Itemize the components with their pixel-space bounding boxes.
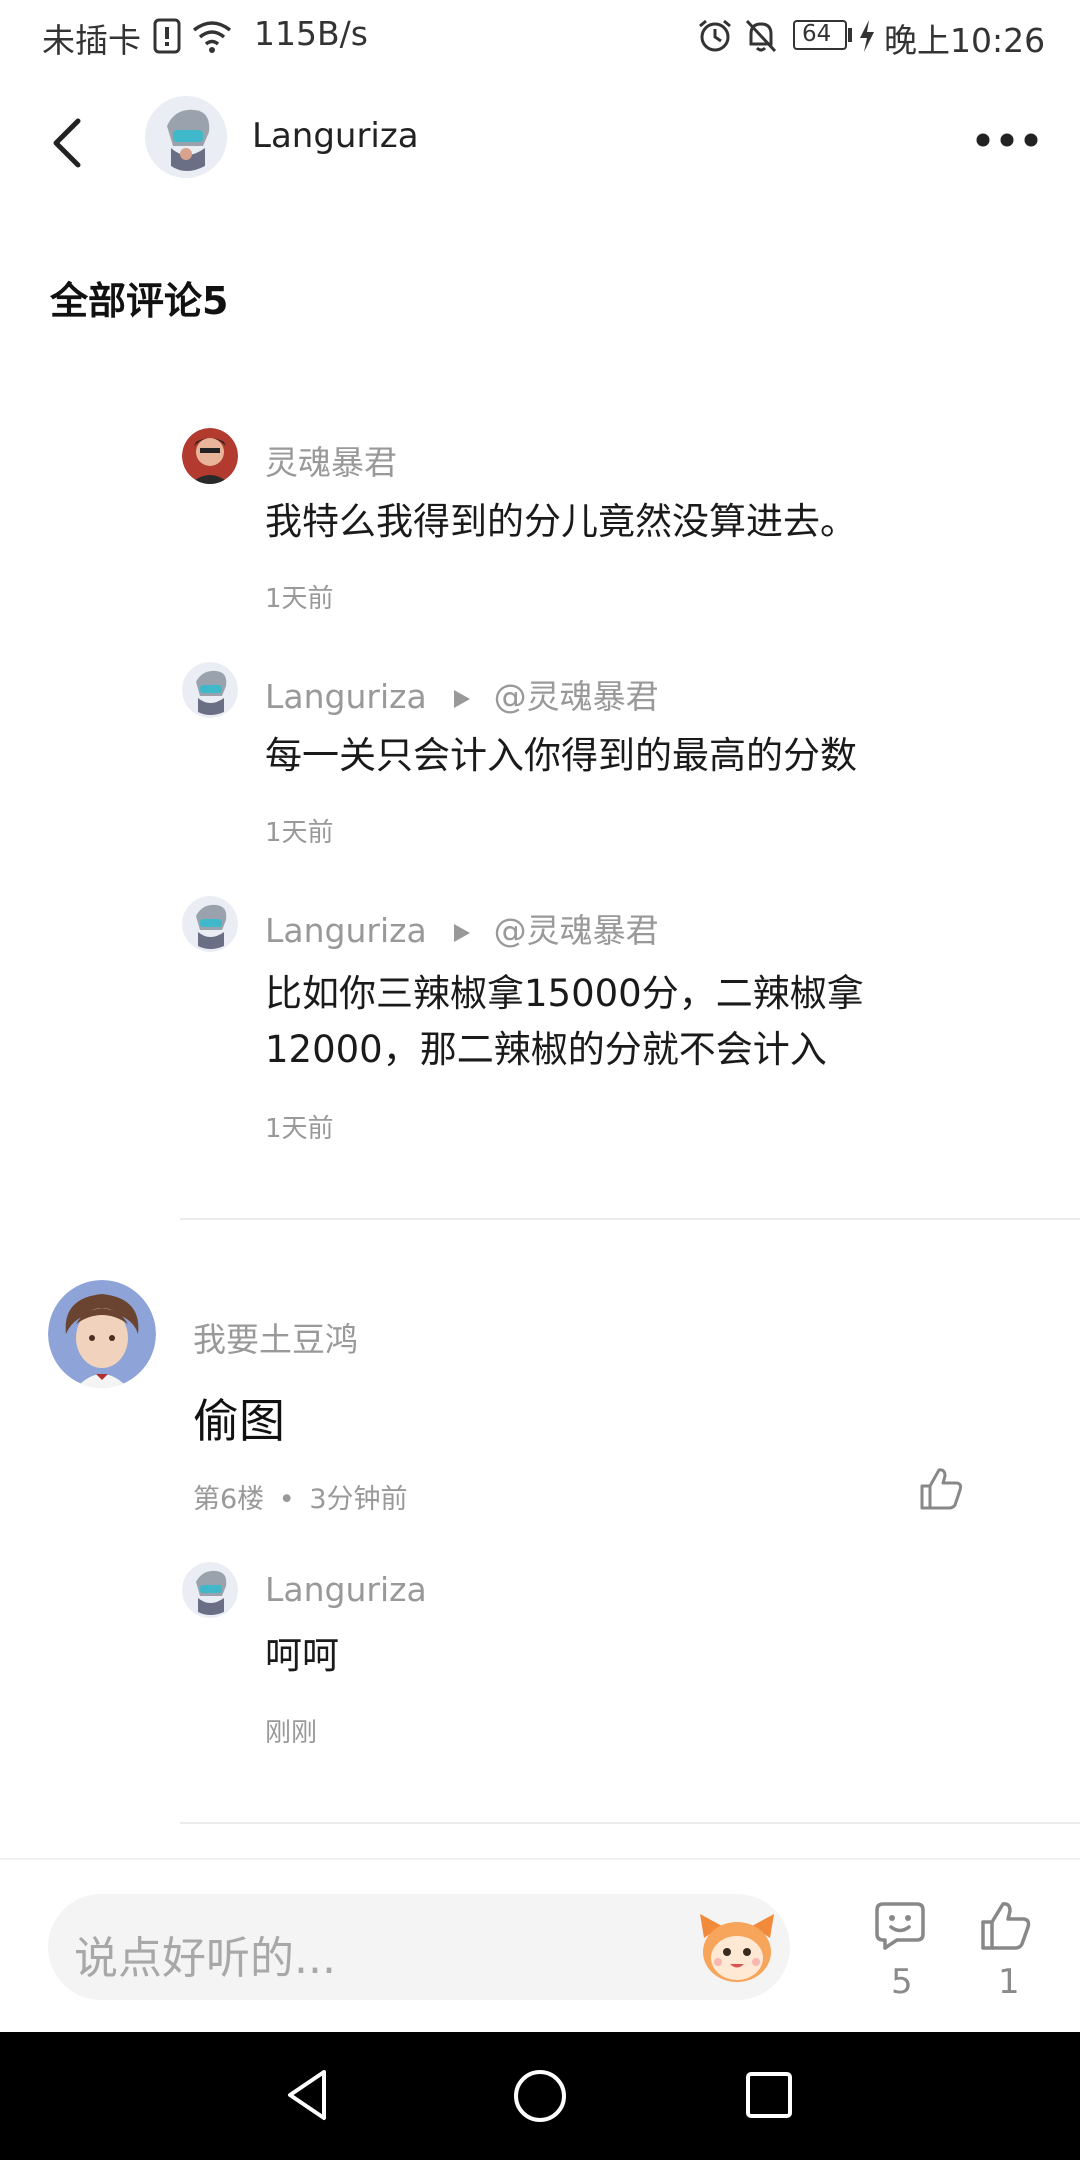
system-nav-bar	[0, 2032, 1080, 2160]
reply-username[interactable]: Languriza	[265, 1570, 427, 1609]
reply-text: 每一关只会计入你得到的最高的分数	[265, 734, 857, 777]
status-bar: 未插卡 115B/s 64 晚上10:26	[0, 0, 1080, 74]
reply-username[interactable]: Languriza @灵魂暴君	[265, 670, 659, 718]
floor-label: 第6楼	[193, 1484, 265, 1515]
reply-text-line: 比如你三辣椒拿15000分，二辣椒拿	[265, 972, 864, 1015]
back-arrow-icon[interactable]	[50, 118, 84, 168]
charging-icon	[860, 20, 874, 52]
clock: 晚上10:26	[884, 21, 1046, 60]
avatar[interactable]	[182, 896, 238, 952]
reply-username[interactable]: Languriza @灵魂暴君	[265, 904, 659, 952]
battery-icon: 64	[793, 20, 847, 50]
header-username[interactable]: Languriza	[252, 116, 419, 156]
battery-level: 64	[802, 21, 832, 47]
reply-time: 1天前	[265, 584, 334, 614]
comment-count: 5	[891, 1962, 913, 2002]
comment-input[interactable]: 说点好听的...	[48, 1894, 790, 2000]
like-count: 1	[998, 1962, 1020, 2002]
header: Languriza	[0, 74, 1080, 204]
reply-time: 刚刚	[265, 1718, 318, 1748]
nav-back-icon[interactable]	[284, 2068, 330, 2122]
avatar[interactable]	[145, 96, 227, 178]
divider	[180, 1218, 1080, 1220]
robot-avatar-icon	[182, 1562, 238, 1618]
mute-bell-icon	[745, 19, 777, 53]
reply-text: 我特么我得到的分儿竟然没算进去。	[265, 500, 857, 543]
wifi-icon	[192, 21, 232, 53]
reply-time: 1天前	[265, 818, 334, 848]
comment-input-placeholder: 说点好听的...	[74, 1933, 336, 1984]
emoji-mascot-icon[interactable]	[696, 1908, 778, 1986]
reply-text: 呵呵	[265, 1634, 339, 1677]
robot-avatar-icon	[182, 662, 238, 718]
bottom-bar: 说点好听的... 5 1	[0, 1858, 1080, 2032]
avatar[interactable]	[48, 1280, 156, 1388]
avatar[interactable]	[182, 662, 238, 718]
avatar[interactable]	[182, 428, 238, 484]
comment-time: 3分钟前	[309, 1484, 408, 1515]
comment-text: 偷图	[193, 1394, 285, 1448]
reply-username[interactable]: 灵魂暴君	[265, 436, 397, 484]
thumbs-up-icon[interactable]	[918, 1466, 964, 1512]
avatar[interactable]	[182, 1562, 238, 1618]
nav-home-icon[interactable]	[512, 2068, 568, 2124]
page-title: 全部评论5	[50, 279, 229, 323]
tyrant-avatar-icon	[182, 428, 238, 484]
reply-arrow-icon	[454, 690, 471, 708]
thumbs-up-icon[interactable]	[979, 1900, 1033, 1952]
robot-avatar-icon	[182, 896, 238, 952]
sim-icon	[153, 18, 181, 54]
carrier-label: 未插卡	[42, 21, 141, 60]
reply-text: 比如你三辣椒拿15000分，二辣椒拿 12000，那二辣椒的分就不会计入	[265, 966, 965, 1078]
comment-bubble-icon[interactable]	[873, 1900, 927, 1952]
nav-recents-icon[interactable]	[744, 2070, 794, 2120]
reply-time: 1天前	[265, 1114, 334, 1144]
reply-text-line: 12000，那二辣椒的分就不会计入	[265, 1028, 827, 1071]
network-speed: 115B/s	[254, 14, 368, 53]
reply-arrow-icon	[454, 924, 471, 942]
divider	[180, 1822, 1080, 1824]
comment-meta: 第6楼 • 3分钟前	[193, 1484, 408, 1515]
reply-to-mention[interactable]: @灵魂暴君	[494, 677, 659, 716]
reply-to-mention[interactable]: @灵魂暴君	[494, 911, 659, 950]
alarm-icon	[699, 19, 731, 52]
anime-boy-avatar-icon	[48, 1280, 156, 1388]
more-dots-icon[interactable]	[975, 132, 1039, 148]
comment-username[interactable]: 我要土豆鸿	[193, 1313, 358, 1361]
robot-avatar-icon	[145, 96, 227, 178]
